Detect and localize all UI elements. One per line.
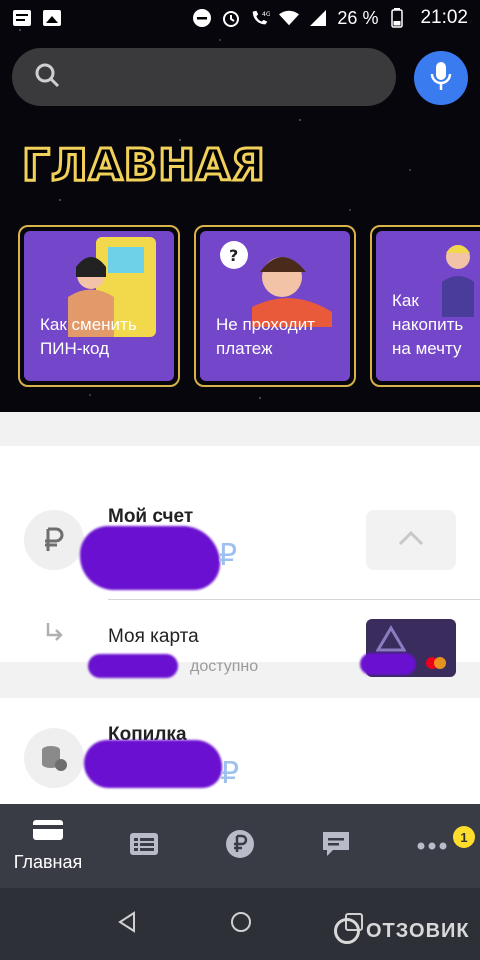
divider bbox=[108, 599, 480, 600]
chat-icon bbox=[321, 830, 351, 863]
phone-4g-icon: 4G bbox=[250, 8, 270, 28]
mastercard-icon bbox=[434, 657, 446, 669]
account-card-savings[interactable]: Копилка ₽ bbox=[0, 698, 480, 804]
page-title: ГЛАВНАЯ bbox=[21, 139, 267, 193]
watermark-logo-icon bbox=[334, 918, 360, 944]
tab-home-label: Главная bbox=[13, 852, 83, 872]
list-icon bbox=[129, 832, 159, 861]
do-not-disturb-icon bbox=[192, 8, 212, 28]
bank-card-thumbnail[interactable] bbox=[360, 619, 456, 677]
chevron-up-icon bbox=[398, 530, 424, 551]
search-bar[interactable] bbox=[12, 48, 396, 106]
story-card-savings[interactable]: Как накопить на мечту bbox=[370, 225, 480, 387]
tab-payments[interactable] bbox=[192, 804, 288, 888]
story-label: Не проходит платеж bbox=[216, 315, 315, 358]
svg-text:4G: 4G bbox=[262, 11, 270, 18]
notification-icon bbox=[12, 8, 32, 28]
redacted-balance bbox=[80, 526, 220, 590]
card-logo-icon bbox=[376, 625, 406, 652]
more-dots-icon bbox=[417, 837, 447, 855]
image-notification-icon bbox=[42, 8, 62, 28]
ruble-icon bbox=[24, 510, 84, 570]
home-circle-icon[interactable] bbox=[230, 911, 252, 938]
accounts-section: Мой счет ₽ Моя карта доступно Копилка ₽ bbox=[0, 412, 480, 804]
stories-carousel[interactable]: Как сменить ПИН-код ? Не проходит платеж bbox=[18, 225, 480, 387]
card-icon bbox=[32, 819, 64, 846]
hero-header: 4G 26 % 21:02 ГЛАВНАЯ Как сменить ПИН-ко… bbox=[0, 0, 480, 412]
card-name: Моя карта bbox=[108, 626, 199, 647]
back-icon[interactable] bbox=[116, 910, 138, 938]
story-card-payment[interactable]: ? Не проходит платеж bbox=[194, 225, 356, 387]
sub-account-arrow-icon bbox=[44, 621, 64, 649]
bottom-tab-bar: Главная bbox=[0, 804, 480, 888]
coins-icon bbox=[24, 728, 84, 788]
notification-badge: 1 bbox=[453, 826, 475, 848]
currency-symbol: ₽ bbox=[220, 757, 240, 790]
battery-percent: 26 % bbox=[337, 7, 379, 28]
account-name: Мой счет bbox=[108, 506, 194, 527]
microphone-icon bbox=[430, 61, 452, 96]
redacted-balance bbox=[84, 740, 222, 788]
search-input[interactable] bbox=[72, 66, 372, 88]
story-label: Как накопить на мечту bbox=[392, 291, 464, 358]
battery-icon bbox=[387, 8, 407, 28]
story-card-pin[interactable]: Как сменить ПИН-код bbox=[18, 225, 180, 387]
story-label: Как сменить ПИН-код bbox=[40, 315, 137, 358]
currency-symbol: ₽ bbox=[218, 539, 238, 572]
alarm-icon bbox=[221, 8, 241, 28]
clock: 21:02 bbox=[420, 7, 468, 28]
watermark-text: ОТЗОВИК bbox=[366, 919, 470, 942]
watermark: ОТЗОВИК bbox=[334, 918, 470, 944]
voice-search-button[interactable] bbox=[414, 51, 468, 105]
tab-history[interactable] bbox=[96, 804, 192, 888]
redacted-card-number bbox=[360, 653, 416, 675]
status-bar: 4G 26 % 21:02 bbox=[0, 0, 480, 36]
signal-icon bbox=[308, 8, 328, 28]
account-card-main[interactable]: Мой счет ₽ Моя карта доступно bbox=[0, 446, 480, 678]
tab-home[interactable]: Главная bbox=[0, 804, 96, 888]
collapse-button[interactable] bbox=[366, 510, 456, 570]
search-icon bbox=[34, 62, 60, 93]
available-label: доступно bbox=[190, 658, 259, 675]
redacted-card-balance bbox=[88, 654, 178, 678]
ruble-circle-icon bbox=[225, 829, 255, 864]
wifi-icon bbox=[279, 8, 300, 28]
svg-text:?: ? bbox=[229, 246, 238, 265]
tab-chat[interactable] bbox=[288, 804, 384, 888]
